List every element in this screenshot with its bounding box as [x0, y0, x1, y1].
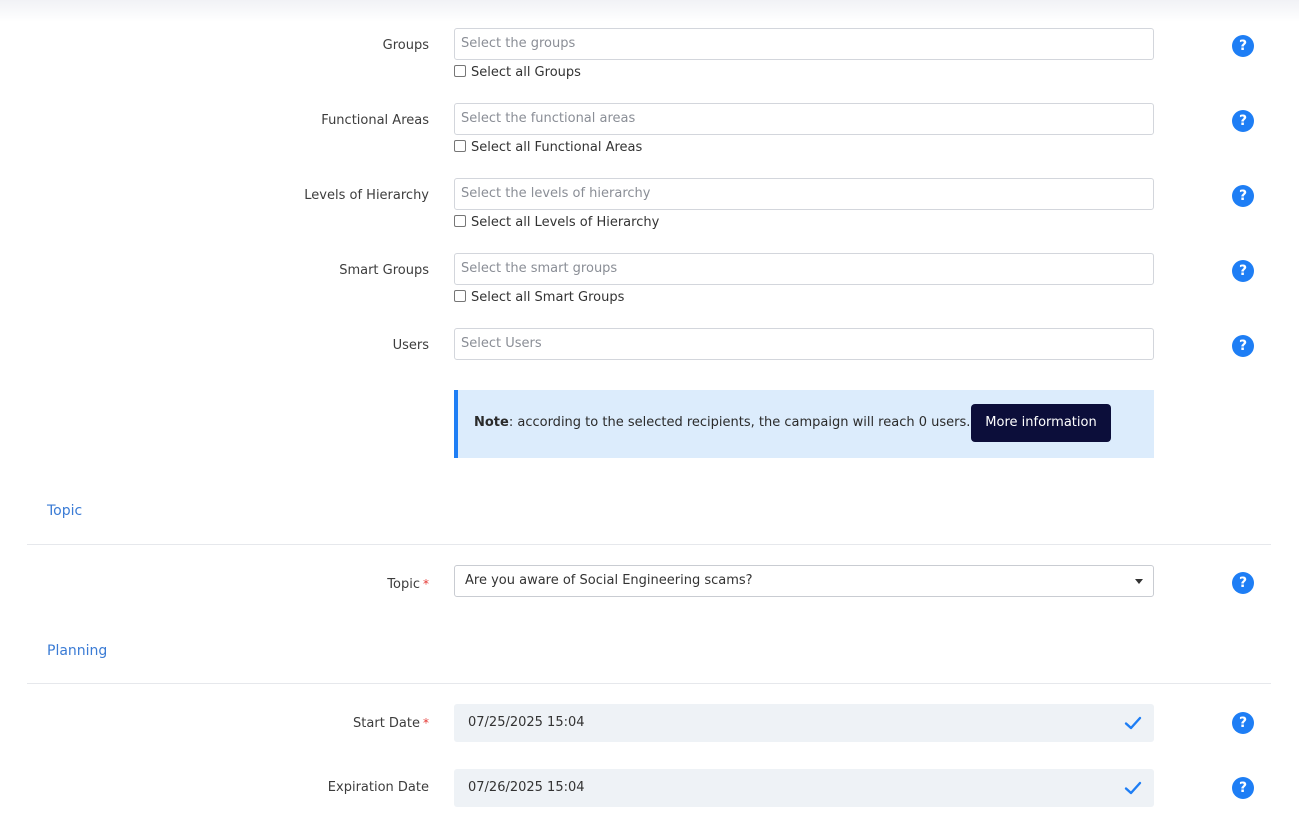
select-all-smart-groups-checkbox[interactable]	[454, 290, 466, 302]
required-mark: *	[423, 716, 429, 730]
start-date-value: 07/25/2025 15:04	[468, 715, 585, 730]
levels-input[interactable]: Select the levels of hierarchy	[454, 178, 1154, 210]
select-all-levels-label: Select all Levels of Hierarchy	[471, 215, 660, 230]
smart-groups-input[interactable]: Select the smart groups	[454, 253, 1154, 285]
check-icon	[1124, 781, 1142, 795]
topic-label-text: Topic	[387, 577, 420, 592]
planning-section-title: Planning	[47, 643, 108, 659]
recipients-note: Note: according to the selected recipien…	[454, 390, 1154, 458]
select-all-levels[interactable]: Select all Levels of Hierarchy	[454, 215, 659, 231]
select-all-functional-areas-checkbox[interactable]	[454, 140, 466, 152]
check-icon	[1124, 716, 1142, 730]
select-all-smart-groups-label: Select all Smart Groups	[471, 290, 625, 305]
topic-section-title: Topic	[47, 503, 83, 519]
functional-areas-help-icon[interactable]: ?	[1232, 110, 1254, 132]
groups-input[interactable]: Select the groups	[454, 28, 1154, 60]
note-bold: Note	[474, 415, 509, 430]
start-date-input[interactable]: 07/25/2025 15:04	[454, 704, 1154, 742]
caret-down-icon	[1135, 579, 1143, 584]
expiration-date-input[interactable]: 07/26/2025 15:04	[454, 769, 1154, 807]
start-date-label-text: Start Date	[353, 716, 420, 731]
levels-help-icon[interactable]: ?	[1232, 185, 1254, 207]
select-all-groups-label: Select all Groups	[471, 65, 581, 80]
levels-label: Levels of Hierarchy	[304, 188, 429, 203]
groups-label: Groups	[382, 38, 429, 53]
start-date-label: Start Date *	[200, 714, 429, 733]
groups-help-icon[interactable]: ?	[1232, 35, 1254, 57]
topic-selected-value: Are you aware of Social Engineering scam…	[465, 573, 753, 588]
topic-label: Topic *	[200, 575, 429, 594]
select-all-smart-groups[interactable]: Select all Smart Groups	[454, 290, 624, 306]
select-all-groups[interactable]: Select all Groups	[454, 65, 581, 81]
topic-select[interactable]: Are you aware of Social Engineering scam…	[454, 565, 1154, 597]
functional-areas-label: Functional Areas	[321, 113, 429, 128]
topic-divider	[27, 544, 1271, 545]
start-date-help-icon[interactable]: ?	[1232, 712, 1254, 734]
topic-help-icon[interactable]: ?	[1232, 572, 1254, 594]
note-text: Note: according to the selected recipien…	[474, 415, 970, 431]
expiration-date-help-icon[interactable]: ?	[1232, 777, 1254, 799]
users-help-icon[interactable]: ?	[1232, 335, 1254, 357]
expiration-date-value: 07/26/2025 15:04	[468, 780, 585, 795]
functional-areas-input[interactable]: Select the functional areas	[454, 103, 1154, 135]
users-label: Users	[392, 338, 429, 353]
planning-divider	[27, 683, 1271, 684]
more-information-button[interactable]: More information	[971, 404, 1111, 442]
select-all-functional-areas[interactable]: Select all Functional Areas	[454, 140, 642, 156]
note-message: : according to the selected recipients, …	[508, 415, 971, 430]
required-mark: *	[423, 577, 429, 591]
expiration-date-label: Expiration Date	[327, 780, 429, 795]
top-shadow	[0, 0, 1299, 22]
smart-groups-help-icon[interactable]: ?	[1232, 260, 1254, 282]
select-all-functional-areas-label: Select all Functional Areas	[471, 140, 643, 155]
smart-groups-label: Smart Groups	[339, 263, 429, 278]
users-input[interactable]: Select Users	[454, 328, 1154, 360]
select-all-levels-checkbox[interactable]	[454, 215, 466, 227]
select-all-groups-checkbox[interactable]	[454, 65, 466, 77]
